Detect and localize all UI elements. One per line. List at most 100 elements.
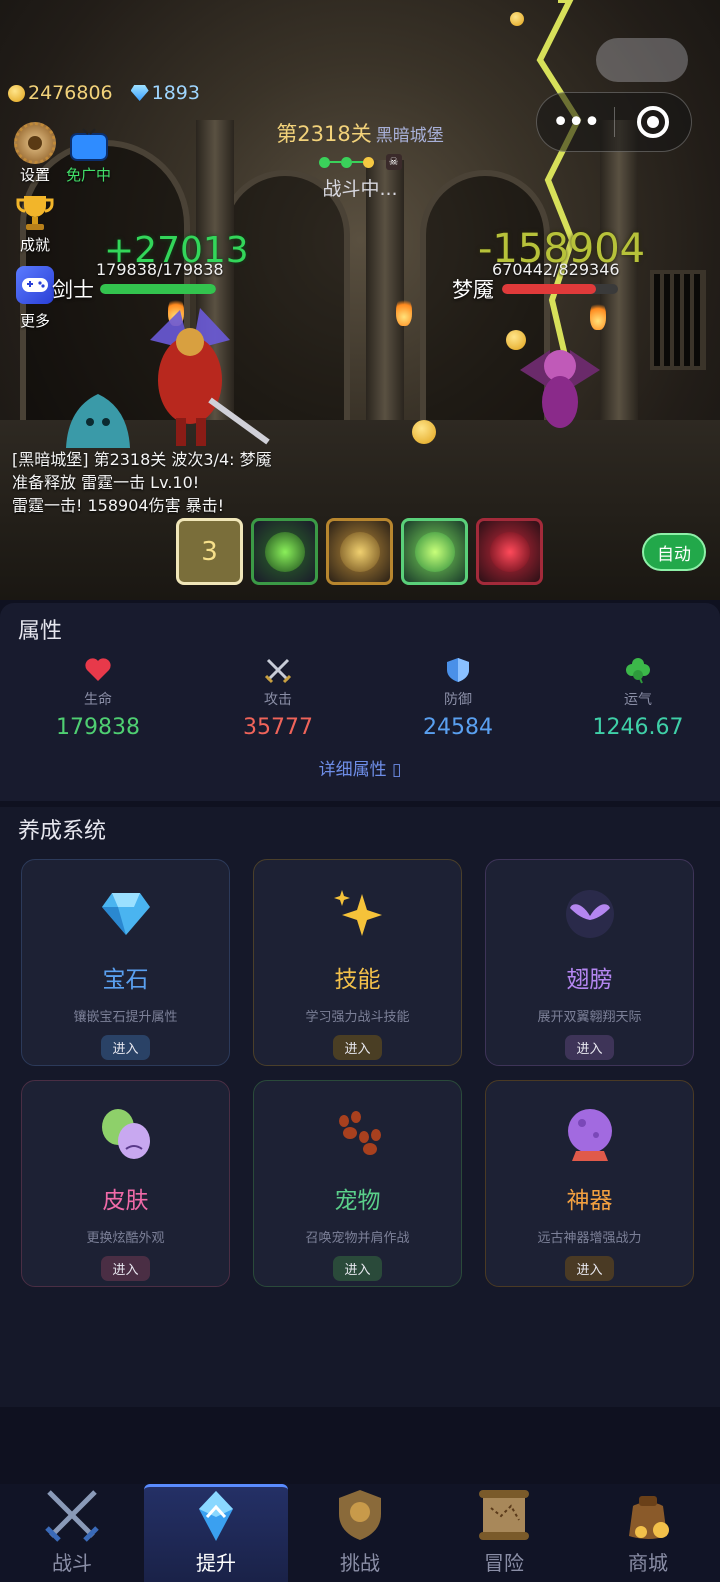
gamepad-icon [16,266,54,304]
stage-number: 第2318关 [276,122,372,146]
enemy-hp-text: 670442/829346 [492,260,620,279]
beast-skill-icon [339,531,380,572]
auto-battle-button[interactable]: 自动 [642,533,706,571]
nav-upgrade[interactable]: 提升 [144,1484,288,1582]
achievements-button[interactable]: 成就 [4,192,66,255]
enter-button[interactable]: 进入 [101,1256,150,1281]
attribute-value: 179838 [56,715,140,740]
player-hp-text: 179838/179838 [96,260,224,279]
player-hp-fill [100,284,216,294]
growth-title: 养成系统 [18,819,107,844]
skill-card[interactable]: 技能 学习强力战斗技能 进入 [253,859,462,1066]
artifact-card[interactable]: 神器 远古神器增强战力 进入 [485,1080,694,1287]
gold-amount: 2476806 [28,82,113,104]
attribute-defense: 防御 24584 [376,655,540,740]
wave-dot-complete [318,156,330,168]
battle-log: [黑暗城堡] 第2318关 波次3/4: 梦魇 准备释放 雷霆一击 Lv.10!… [12,448,272,517]
attribute-value: 35777 [243,715,313,740]
pet-slime [66,394,130,448]
attributes-title: 属性 [18,619,63,644]
skill-slot-shield[interactable] [401,518,468,585]
map-scroll-icon [474,1485,534,1545]
sparkles-icon [332,888,384,940]
nightmare-enemy [520,350,600,428]
poison-skill-icon [264,531,305,572]
coin-drop-icon [412,420,436,444]
attribute-label: 生命 [84,692,112,708]
enter-button[interactable]: 进入 [333,1035,382,1060]
attribute-luck: 运气 1246.67 [556,655,720,740]
card-description: 展开双翼翱翔天际 [537,1010,642,1025]
enter-button[interactable]: 进入 [565,1256,614,1281]
more-label: 更多 [19,312,50,330]
card-name: 神器 [566,1188,613,1214]
tv-icon [69,128,109,164]
skill-slot-blood[interactable] [476,518,543,585]
enemy-hp-fill [502,284,596,294]
achievements-label: 成就 [19,236,50,254]
card-description: 学习强力战斗技能 [305,1010,410,1025]
paw-icon [332,1109,384,1161]
stage-info: 第2318关 黑暗城堡 ☠ 战斗中... [210,118,510,201]
skill-bar: 3 [176,518,543,585]
card-description: 更换炫酷外观 [86,1231,165,1246]
ad-free-label: 免广中 [66,166,112,184]
player-hp-bar [100,284,216,294]
card-name: 宠物 [334,1188,381,1214]
enter-button[interactable]: 进入 [101,1035,150,1060]
growth-system-panel: 养成系统 宝石 镶嵌宝石提升属性 进入 技能 学习强力战斗技能 进入 翅膀 展开… [0,807,720,1407]
nav-adventure[interactable]: 冒险 [432,1484,576,1582]
pet-card[interactable]: 宠物 召唤宠物并肩作战 进入 [253,1080,462,1287]
background-window [650,270,706,370]
enter-button[interactable]: 进入 [565,1035,614,1060]
torch-icon [590,300,606,330]
ad-free-button[interactable]: 免广中 [66,128,111,185]
card-name: 皮肤 [102,1188,149,1214]
battle-status: 战斗中... [322,178,398,200]
gem-card[interactable]: 宝石 镶嵌宝石提升属性 进入 [21,859,230,1066]
nav-shop[interactable]: 商城 [576,1484,720,1582]
card-description: 远古神器增强战力 [537,1231,642,1246]
skill-slot-cooldown[interactable]: 3 [176,518,243,585]
nav-challenge[interactable]: 挑战 [288,1484,432,1582]
nav-battle[interactable]: 战斗 [0,1484,144,1582]
more-button[interactable]: 更多 [4,310,66,331]
trophy-shield-icon [330,1485,390,1545]
settings-label: 设置 [19,166,50,184]
miniprogram-capsule: ••• [536,92,692,152]
skill-slot-poison[interactable] [251,518,318,585]
crystal-ball-icon [564,1109,616,1161]
skill-slot-beast[interactable] [326,518,393,585]
attribute-hp: 生命 179838 [16,655,180,740]
wave-connector [351,161,363,163]
more-options-button[interactable]: ••• [537,105,614,140]
diamond-icon [130,85,149,101]
card-description: 镶嵌宝石提升属性 [73,1010,178,1025]
storm-cloud [596,38,688,82]
heart-icon [84,655,112,685]
gem-icon [100,888,152,940]
battle-log-line: 准备释放 雷霆一击 Lv.10! [12,473,200,492]
trophy-icon [14,192,56,234]
nav-label: 战斗 [52,1551,92,1575]
skin-card[interactable]: 皮肤 更换炫酷外观 进入 [21,1080,230,1287]
nav-label: 商城 [628,1551,668,1575]
gold-coin-icon [8,84,25,102]
battle-log-line: 雷霆一击! 158904伤害 暴击! [12,496,225,515]
wave-dot-current [362,156,374,168]
wings-card[interactable]: 翅膀 展开双翼翱翔天际 进入 [485,859,694,1066]
attribute-label: 运气 [624,692,652,708]
nav-label: 挑战 [340,1551,380,1575]
settings-button[interactable]: 设置 [4,122,66,185]
enter-button[interactable]: 进入 [333,1256,382,1281]
battle-log-line: [黑暗城堡] 第2318关 波次3/4: 梦魇 [12,450,272,469]
enemy-hp-bar [502,284,618,294]
detailed-attributes-link[interactable]: 详细属性 ▯ [0,755,720,780]
battle-scene: 2476806 1893 ••• 设置 免广中 成就 更多 第2318关 黑暗城… [0,0,720,600]
close-miniprogram-button[interactable] [615,106,692,138]
gem-amount: 1893 [151,82,200,104]
coin-drop-icon [510,12,524,26]
wings-icon [564,888,616,940]
coin-drop-icon [506,330,526,350]
torch-icon [396,296,412,326]
